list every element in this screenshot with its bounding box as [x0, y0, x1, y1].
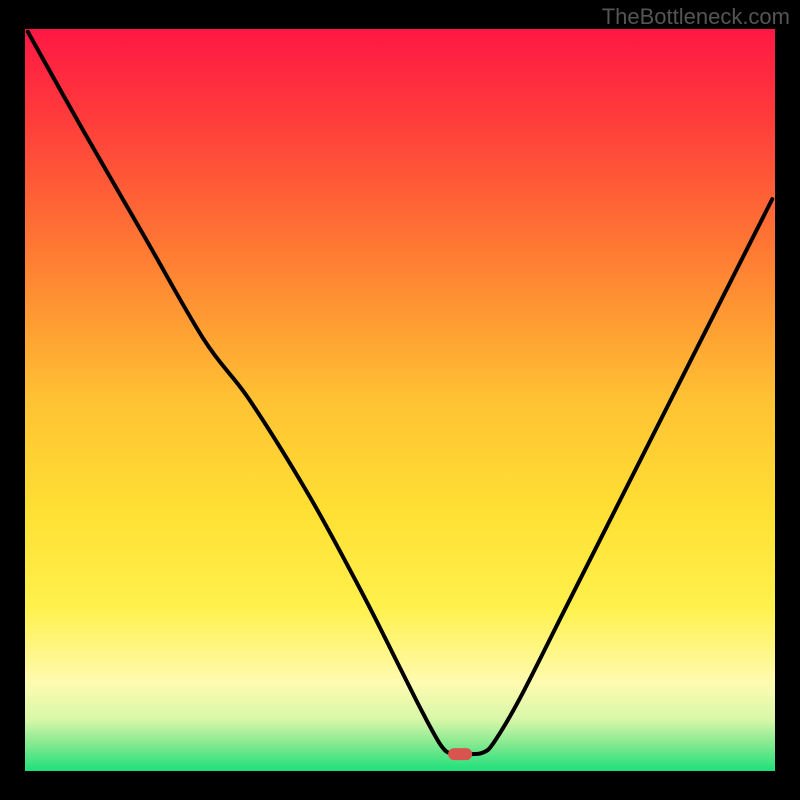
watermark-text: TheBottleneck.com: [602, 4, 790, 30]
bottleneck-chart: [0, 0, 800, 800]
min-point-marker: [448, 748, 472, 760]
chart-container: TheBottleneck.com: [0, 0, 800, 800]
plot-background: [24, 28, 776, 772]
